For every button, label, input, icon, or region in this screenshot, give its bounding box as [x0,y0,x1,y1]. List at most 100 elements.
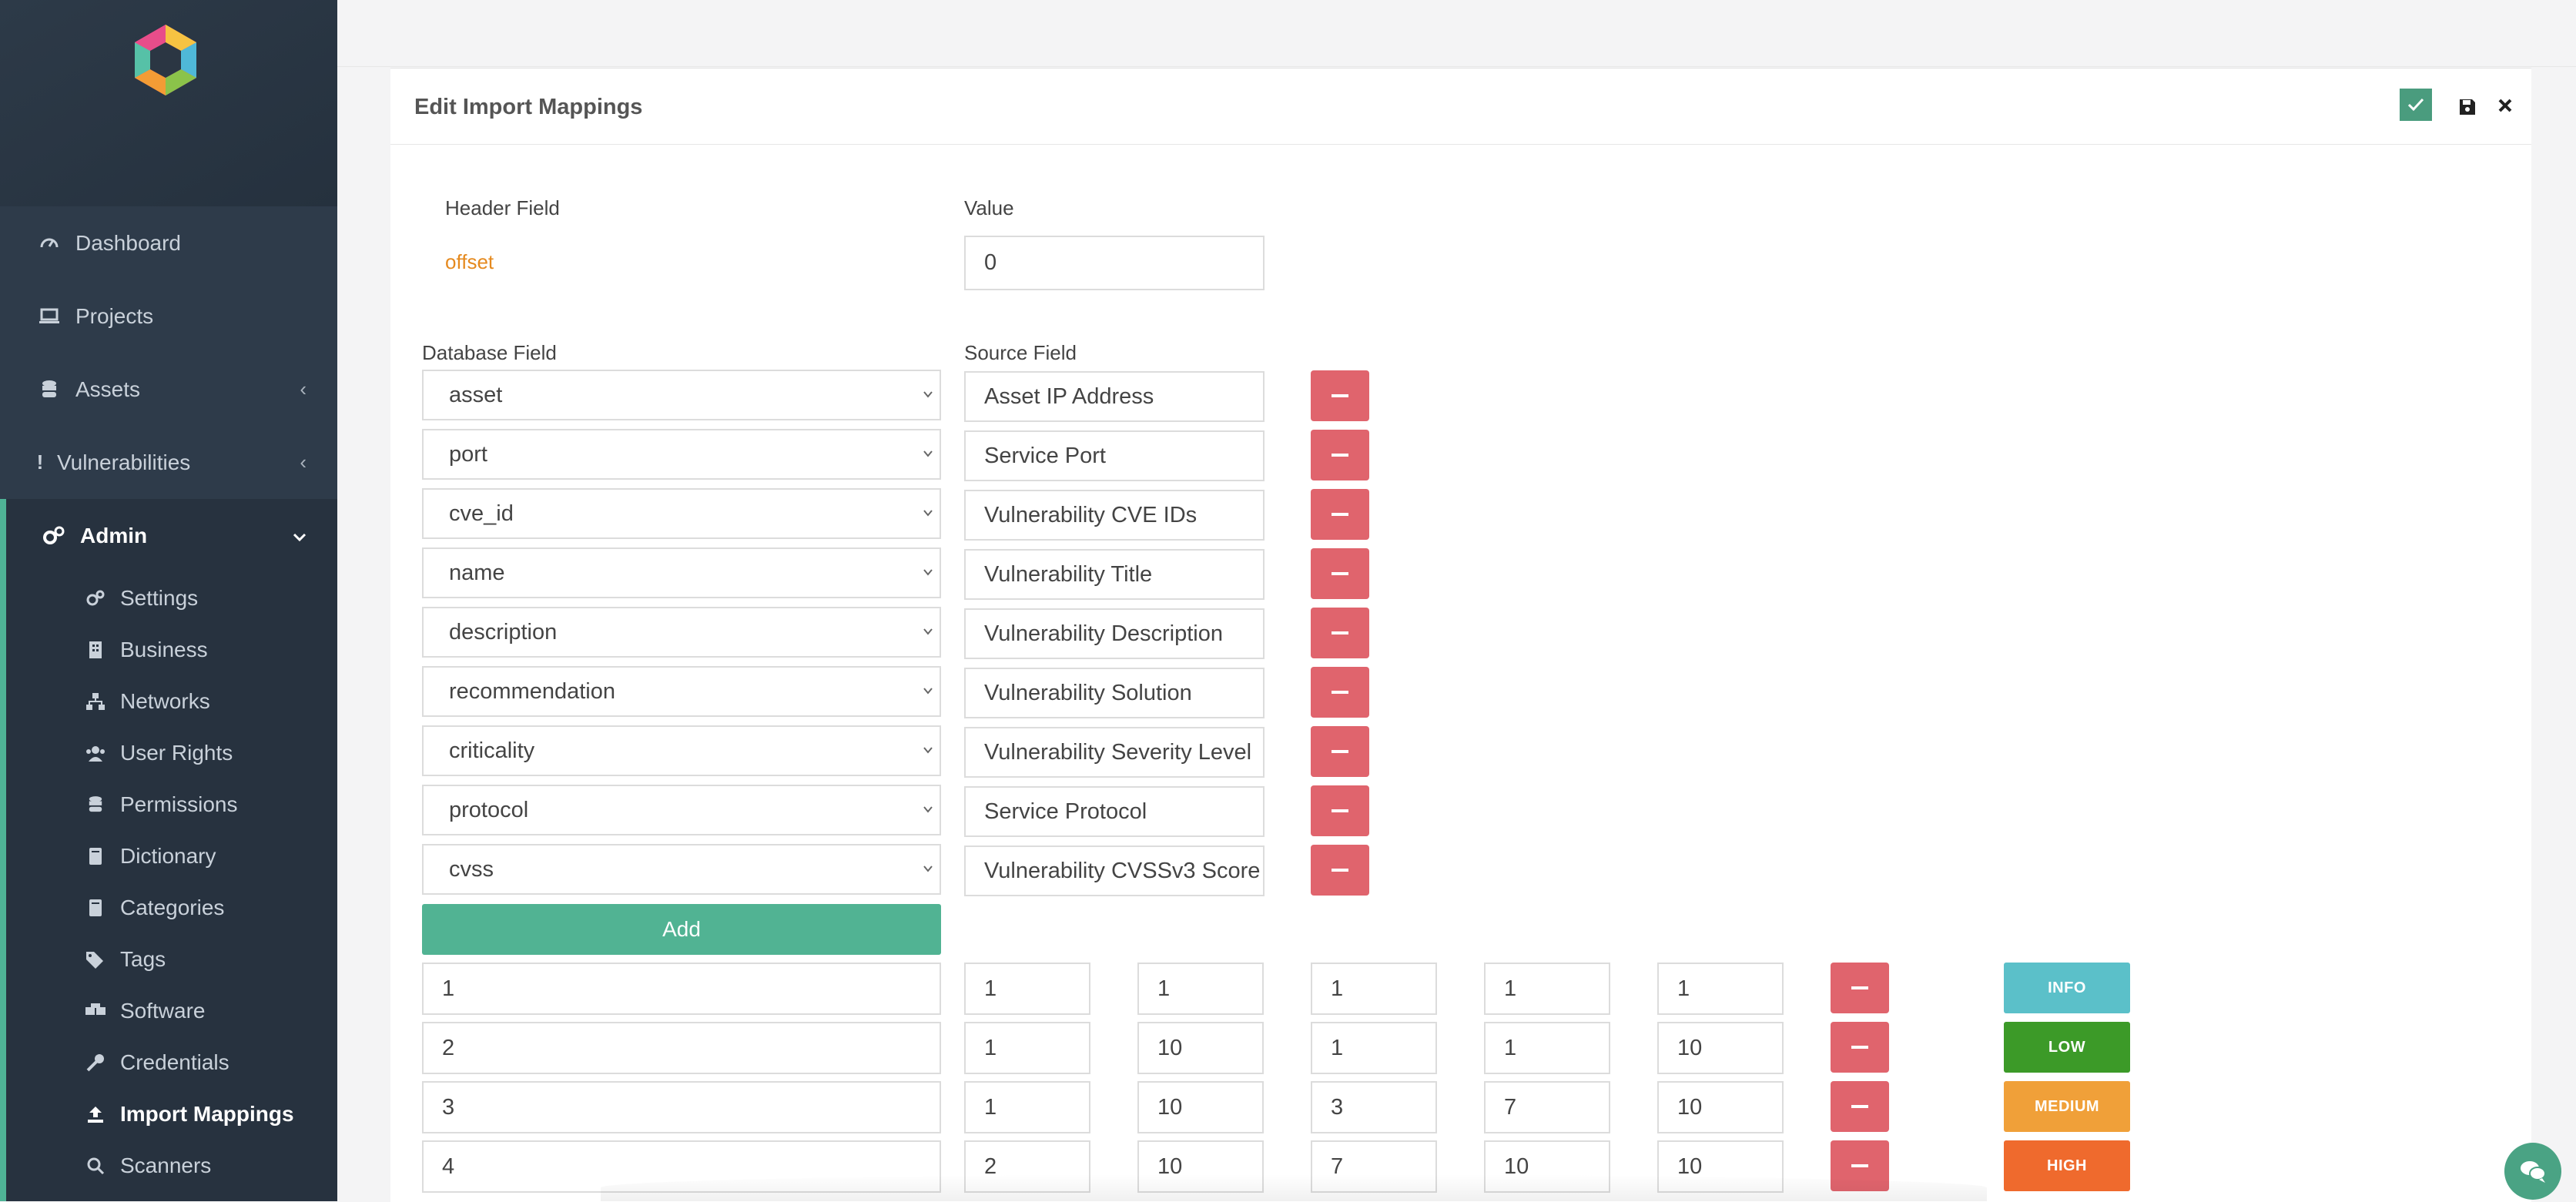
criticality-threshold-input[interactable]: 10 [1657,1081,1784,1133]
nav-permissions[interactable]: Permissions [6,778,337,830]
nav-vulnerabilities[interactable]: ! Vulnerabilities ‹ [0,426,337,499]
criticality-threshold-input[interactable]: 1 [1484,963,1610,1015]
minus-icon [1332,394,1348,397]
nav-tags[interactable]: Tags [6,933,337,985]
remove-mapping-button[interactable] [1311,608,1369,658]
criticality-level-input[interactable]: 1 [422,963,941,1015]
database-field-select[interactable]: protocol [422,785,941,835]
source-field-input[interactable]: Vulnerability Solution [964,668,1265,718]
save-button[interactable] [2455,95,2480,119]
building-icon [85,641,106,659]
chat-button[interactable] [2504,1143,2561,1200]
remove-mapping-button[interactable] [1311,430,1369,480]
remove-mapping-button[interactable] [1311,845,1369,896]
minus-icon [1332,809,1348,812]
nav-label: Categories [120,895,225,919]
source-field-input[interactable]: Asset IP Address [964,371,1265,422]
nav-categories[interactable]: Categories [6,882,337,933]
nav-import-mappings[interactable]: Import Mappings [6,1088,337,1140]
database-field-select[interactable]: cve_id [422,488,941,539]
boxes-icon [85,1003,106,1020]
remove-mapping-button[interactable] [1311,370,1369,421]
remove-criticality-button[interactable] [1831,1081,1889,1132]
source-field-label: Source Field [964,341,1077,364]
criticality-threshold-input[interactable]: 1 [964,1081,1090,1133]
database-field-select[interactable]: description [422,607,941,658]
app-logo[interactable] [127,22,204,99]
remove-mapping-button[interactable] [1311,489,1369,540]
criticality-level-input[interactable]: 3 [422,1081,941,1133]
nav-projects[interactable]: Projects [0,280,337,353]
criticality-threshold-input[interactable]: 1 [1137,963,1264,1015]
source-field-input[interactable]: Vulnerability Title [964,549,1265,600]
topbar [337,0,2576,67]
criticality-threshold-input[interactable]: 7 [1484,1081,1610,1133]
database-field-select[interactable]: name [422,547,941,598]
remove-mapping-button[interactable] [1311,726,1369,777]
sidebar: Dashboard Projects Assets ‹ ! Vulnerabil… [0,0,337,1201]
nav-dictionary[interactable]: Dictionary [6,830,337,882]
database-field-value: port [449,441,487,467]
source-field-input[interactable]: Vulnerability Description [964,608,1265,659]
nav-dashboard[interactable]: Dashboard [0,206,337,280]
close-button[interactable] [2493,92,2517,119]
nav-label: Networks [120,688,210,713]
source-field-input[interactable]: Service Protocol [964,786,1265,837]
database-icon [37,380,62,400]
laptop-icon [37,307,62,326]
criticality-threshold-input[interactable]: 1 [1311,1022,1437,1074]
source-field-input[interactable]: Vulnerability Severity Level [964,727,1265,778]
source-field-input[interactable]: Service Port [964,430,1265,481]
remove-mapping-button[interactable] [1311,785,1369,836]
database-field-select[interactable]: recommendation [422,666,941,717]
criticality-threshold-input[interactable]: 1 [1311,963,1437,1015]
criticality-threshold-input[interactable]: 3 [1311,1081,1437,1133]
database-field-value: name [449,560,505,585]
criticality-badge[interactable]: MEDIUM [2004,1081,2130,1132]
nav-credentials[interactable]: Credentials [6,1036,337,1088]
remove-mapping-button[interactable] [1311,548,1369,599]
criticality-threshold-input[interactable]: 1 [964,1022,1090,1074]
database-field-select[interactable]: criticality [422,725,941,776]
criticality-badge[interactable]: INFO [2004,963,2130,1013]
chevron-left-icon: ‹ [300,450,307,474]
criticality-badge[interactable]: LOW [2004,1022,2130,1073]
criticality-threshold-input[interactable]: 1 [1484,1022,1610,1074]
add-mapping-button[interactable]: Add [422,904,941,955]
criticality-threshold-input[interactable]: 1 [964,963,1090,1015]
confirm-button[interactable] [2400,89,2432,121]
edit-import-mappings-card: Edit Import Mappings Header Field Value … [390,68,2531,1202]
nav-user-rights[interactable]: User Rights [6,727,337,778]
source-field-input[interactable]: Vulnerability CVSSv3 Score [964,845,1265,896]
criticality-threshold-input[interactable]: 10 [1657,1022,1784,1074]
nav-label: Admin [80,523,148,547]
nav-label: Scanners [120,1153,212,1177]
database-field-select[interactable]: asset [422,370,941,420]
criticality-threshold-input[interactable]: 10 [1137,1022,1264,1074]
nav-label: Software [120,998,206,1023]
header-value-input[interactable]: 0 [964,236,1265,290]
source-field-input[interactable]: Vulnerability CVE IDs [964,490,1265,541]
criticality-threshold-input[interactable]: 10 [1137,1081,1264,1133]
remove-criticality-button[interactable] [1831,1022,1889,1073]
nav-networks[interactable]: Networks [6,675,337,727]
remove-criticality-button[interactable] [1831,963,1889,1013]
minus-icon [1332,454,1348,457]
nav-assets[interactable]: Assets ‹ [0,353,337,426]
nav-software[interactable]: Software [6,985,337,1036]
nav-business[interactable]: Business [6,624,337,675]
criticality-threshold-input[interactable]: 1 [1657,963,1784,1015]
header-field-value: offset [445,250,494,273]
nav-admin[interactable]: Admin [6,499,337,572]
nav-settings[interactable]: Settings [6,572,337,624]
criticality-level-input[interactable]: 2 [422,1022,941,1074]
database-field-select[interactable]: port [422,429,941,480]
database-field-select[interactable]: cvss [422,844,941,895]
chevron-down-icon [923,450,933,457]
key-icon [85,1053,106,1072]
criticality-badge[interactable]: HIGH [2004,1140,2130,1191]
nav-scanners[interactable]: Scanners [6,1140,337,1191]
remove-mapping-button[interactable] [1311,667,1369,718]
users-icon [85,745,106,762]
minus-icon [1851,1105,1868,1108]
